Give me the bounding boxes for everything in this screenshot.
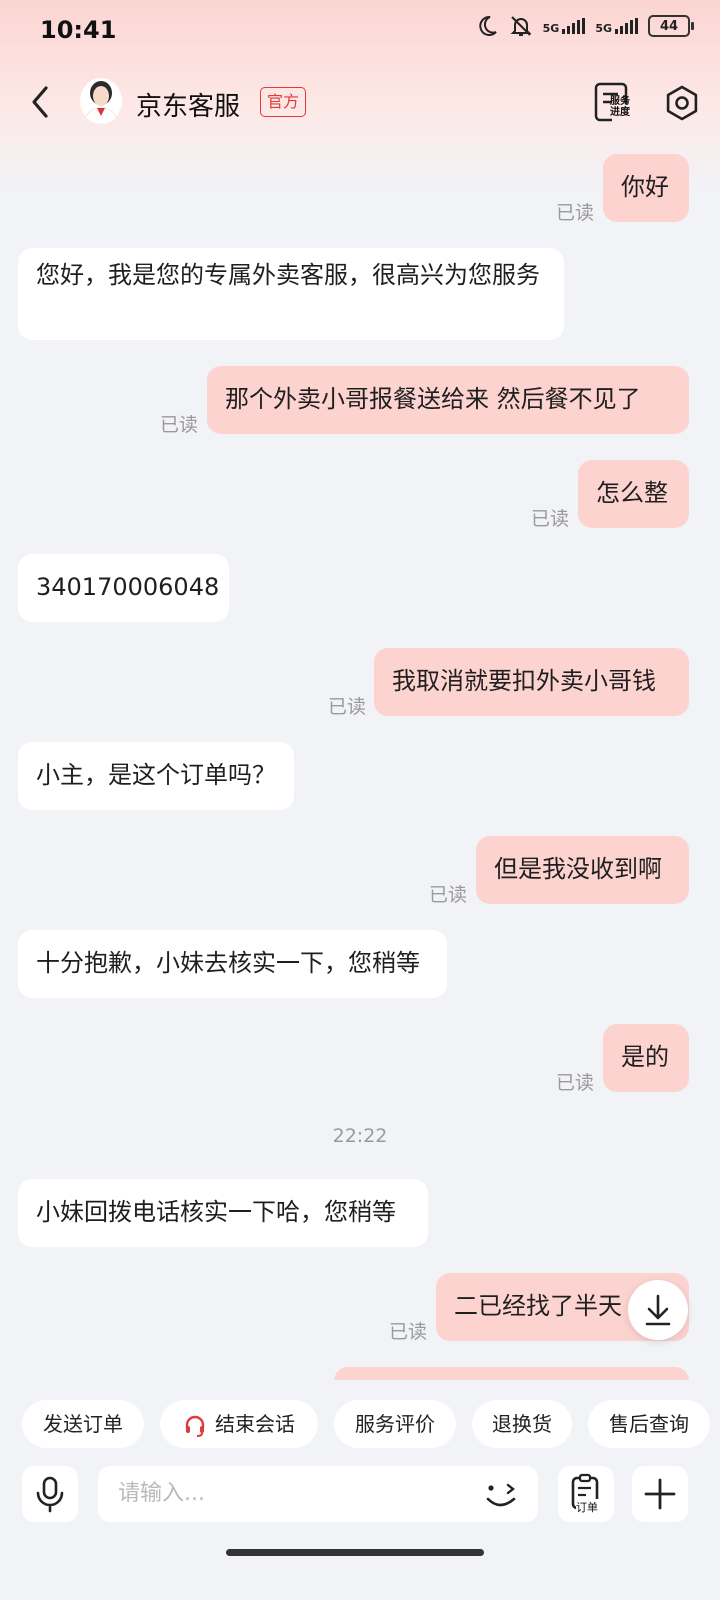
moon-icon [478,15,497,36]
signal-2: 5G [595,18,638,34]
input-bar: 请输入... 订单 [0,1466,720,1526]
outgoing-message[interactable]: 怎么整 [578,460,689,528]
agent-avatar[interactable] [80,78,122,124]
end-session-label: 结束会话 [215,1412,295,1436]
service-progress-button[interactable]: 服务进度 [594,82,638,124]
after-sales-chip[interactable]: 售后查询 [588,1400,710,1448]
signal-bars-icon [615,18,638,34]
read-receipt: 已读 [556,202,595,224]
read-receipt: 已读 [556,1072,595,1094]
read-receipt: 已读 [389,1321,428,1343]
home-indicator[interactable] [226,1549,484,1556]
outgoing-message-partial[interactable] [334,1367,689,1380]
read-receipt: 已读 [429,884,468,906]
read-receipt: 已读 [328,696,367,718]
service-rating-chip[interactable]: 服务评价 [334,1400,456,1448]
order-label: 订单 [576,1501,598,1514]
chat-title: 京东客服 [136,92,241,122]
read-receipt: 已读 [160,414,199,436]
status-bar: 10:41 5G 5G 44 [0,0,720,60]
chat-header: 京东客服 官方 服务进度 [0,62,720,142]
end-session-chip[interactable]: 结束会话 [160,1400,318,1448]
settings-icon[interactable] [663,84,701,122]
message-list[interactable]: 你好 已读 您好，我是您的专属外卖客服，很高兴为您服务 那个外卖小哥报餐送给来 … [0,150,720,1380]
emoji-icon[interactable] [482,1478,522,1512]
outgoing-message[interactable]: 但是我没收到啊 [476,836,689,904]
headset-icon [185,1415,205,1437]
scroll-to-bottom-button[interactable] [628,1280,688,1340]
more-button[interactable] [632,1466,688,1522]
message-input[interactable]: 请输入... [98,1466,538,1522]
official-badge: 官方 [260,87,307,117]
network-label: 5G [595,22,612,35]
signal-bars-icon [562,18,586,34]
outgoing-message[interactable]: 我取消就要扣外卖小哥钱 [374,648,689,716]
send-order-chip[interactable]: 发送订单 [22,1400,144,1448]
voice-button[interactable] [22,1466,78,1522]
quick-actions-bar: 发送订单 结束会话 服务评价 退换货 售后查询 [0,1400,720,1452]
incoming-message[interactable]: 您好，我是您的专属外卖客服，很高兴为您服务 [18,248,564,340]
mute-bell-icon [510,16,532,36]
download-arrow-icon [645,1294,671,1326]
return-exchange-chip[interactable]: 退换货 [472,1400,572,1448]
network-label: 5G [542,22,560,35]
outgoing-message[interactable]: 是的 [603,1024,689,1092]
signal-1: 5G [543,18,586,34]
outgoing-message[interactable]: 你好 [603,154,689,222]
status-icons: 5G 5G 44 [475,14,694,38]
order-button[interactable]: 订单 [558,1466,614,1522]
plus-icon [644,1478,676,1510]
microphone-icon [36,1476,64,1513]
outgoing-message[interactable]: 那个外卖小哥报餐送给来 然后餐不见了 [207,366,689,434]
incoming-message[interactable]: 十分抱歉，小妹去核实一下，您稍等 [18,930,447,998]
battery-icon: 44 [648,15,694,37]
service-progress-label: 服务进度 [610,96,630,118]
read-receipt: 已读 [531,508,570,530]
incoming-message[interactable]: 小主，是这个订单吗？ [18,742,294,810]
back-arrow-icon[interactable] [22,82,58,122]
incoming-message[interactable]: 340170006048 [18,554,229,622]
message-timestamp: 22:22 [332,1125,388,1147]
status-time: 10:41 [40,16,117,44]
incoming-message[interactable]: 小妹回拨电话核实一下哈，您稍等 [18,1179,428,1247]
